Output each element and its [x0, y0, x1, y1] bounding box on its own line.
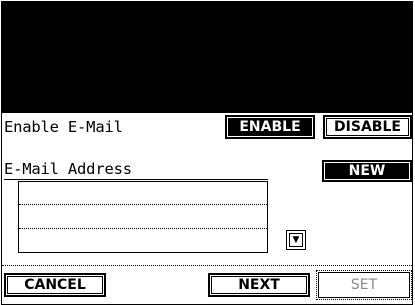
new-button[interactable]: NEW — [322, 160, 412, 182]
email-address-underline — [4, 179, 268, 180]
enable-button[interactable]: ENABLE — [225, 115, 315, 139]
cancel-button[interactable]: CANCEL — [4, 273, 106, 297]
next-button[interactable]: NEXT — [208, 273, 310, 297]
scroll-down-icon[interactable]: ▼ — [286, 230, 306, 250]
enable-email-label: Enable E-Mail — [4, 118, 123, 136]
header-bar — [2, 2, 412, 113]
email-settings-panel: Enable E-Mail ENABLE DISABLE E-Mail Addr… — [1, 1, 413, 305]
set-button[interactable]: SET — [316, 270, 412, 300]
email-address-list[interactable] — [18, 181, 268, 253]
disable-button[interactable]: DISABLE — [323, 115, 412, 139]
email-address-label: E-Mail Address — [4, 160, 132, 178]
address-line — [19, 228, 267, 229]
address-line — [19, 204, 267, 205]
footer-divider — [2, 265, 412, 266]
